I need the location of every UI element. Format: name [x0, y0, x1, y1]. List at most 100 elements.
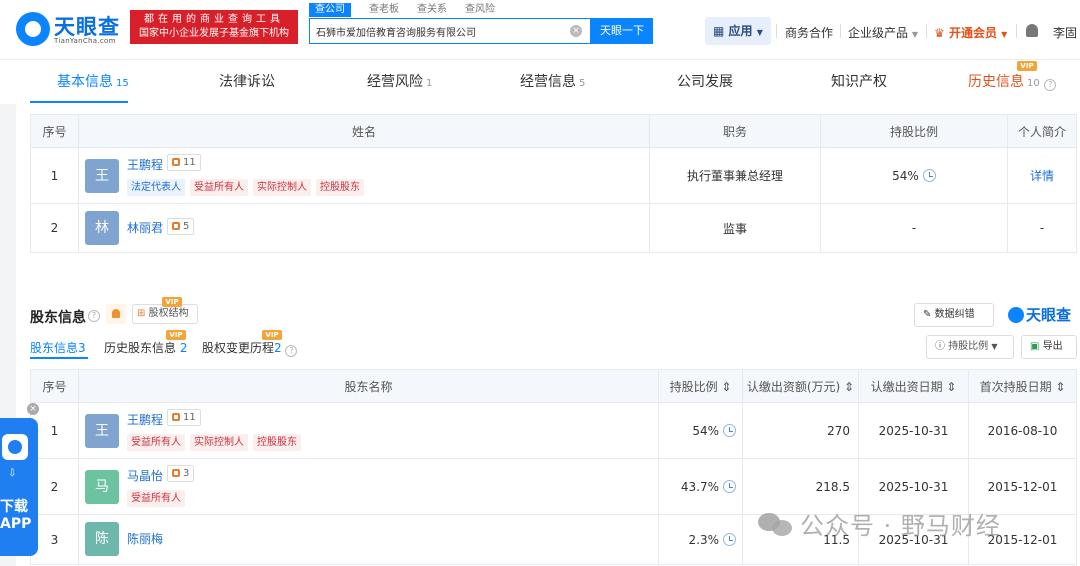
column-header-sortable[interactable]: 认缴出资日期 ⇕ — [858, 369, 969, 403]
person-name-link[interactable]: 王鹏程 — [127, 156, 163, 173]
tab-company-development[interactable]: 公司发展 — [677, 71, 733, 91]
ratio-cell: 54% — [658, 402, 743, 459]
vip-badge: VIP — [162, 297, 182, 307]
tab-equity-change[interactable]: 股权变更历程2 ? — [202, 339, 298, 357]
mini-logo-text: 天眼查 — [1026, 306, 1072, 324]
tab-legal[interactable]: 法律诉讼 — [219, 71, 275, 91]
column-header-sortable[interactable]: 首次持股日期 ⇕ — [968, 369, 1077, 403]
column-header-sortable[interactable]: 持股比例 ⇕ — [658, 369, 743, 403]
ratio-value: 2.3% — [688, 532, 720, 547]
logo[interactable]: 天眼查 TianYanCha.com — [16, 10, 126, 48]
search-tab-boss[interactable]: 查老板 — [369, 3, 399, 17]
date-cell: 2025-10-31 — [858, 402, 969, 459]
vip-badge: VIP — [262, 330, 282, 340]
app-logo-icon — [2, 434, 28, 460]
tag-controlling-shareholder: 控股股东 — [316, 178, 364, 196]
nav-open-vip[interactable]: ♛ 开通会员 ▼ — [934, 24, 1007, 41]
user-name[interactable]: 李固 — [1053, 24, 1077, 41]
tab-label: 股东信息 — [30, 341, 79, 355]
ratio-cell: - — [820, 203, 1008, 253]
tab-shareholders[interactable]: 股东信息3 — [30, 339, 86, 356]
clock-icon[interactable] — [723, 423, 736, 437]
logo-eye-icon — [1008, 307, 1024, 323]
amount-cell: 270 — [742, 402, 859, 459]
role-tags: 受益所有人 — [127, 489, 190, 507]
column-header: 序号 — [30, 114, 79, 148]
person-name-link[interactable]: 林丽君 — [127, 219, 163, 236]
export-button[interactable]: ▣ 导出 — [1021, 335, 1077, 359]
clock-icon[interactable] — [922, 168, 936, 182]
avatar: 王 — [85, 158, 119, 193]
tab-label: 基本信息 — [57, 74, 113, 90]
crown-icon: ♛ — [934, 26, 945, 40]
search-input[interactable]: 石狮市爱加倍教育咨询服务有限公司 × — [309, 18, 591, 44]
tag-actual-controller: 实际控制人 — [190, 433, 248, 451]
clock-icon[interactable] — [723, 532, 736, 546]
bell-icon[interactable] — [1026, 24, 1038, 37]
sort-ratio-button[interactable]: ⓘ 持股比例 ▼ — [926, 335, 1014, 359]
intro-link[interactable]: 详情 — [1007, 147, 1077, 204]
tab-business-info[interactable]: 经营信息 5 — [520, 71, 585, 91]
help-icon[interactable]: ? — [88, 310, 100, 322]
search-tab-company[interactable]: 查公司 — [309, 3, 351, 17]
column-header: 股东名称 — [78, 369, 659, 403]
help-icon: ⓘ — [935, 341, 945, 352]
search-button[interactable]: 天眼一下 — [591, 18, 653, 44]
tab-history-info[interactable]: 历史信息 10 ? — [968, 71, 1057, 91]
divider — [840, 24, 841, 38]
equity-structure-button[interactable]: ⊞ 股权结构 — [132, 304, 198, 324]
nav-business-cooperation[interactable]: 商务合作 — [785, 24, 833, 41]
tab-history-shareholders[interactable]: 历史股东信息 2 — [104, 339, 187, 356]
tab-label: 法律诉讼 — [219, 74, 275, 90]
clock-icon[interactable] — [723, 479, 736, 493]
data-correction-label: 数据纠错 — [934, 309, 975, 320]
tab-intellectual-property[interactable]: 知识产权 — [831, 71, 887, 91]
shareholder-name-link[interactable]: 陈丽梅 — [127, 530, 163, 547]
download-app-widget[interactable]: ⇩ 下载 APP — [0, 418, 38, 556]
position-cell: 监事 — [649, 203, 821, 253]
tab-count: 15 — [116, 78, 129, 89]
relation-count-badge[interactable]: 5 — [167, 217, 195, 235]
tab-label: 历史股东信息 — [104, 341, 177, 355]
tag-controlling-shareholder: 控股股东 — [253, 433, 301, 451]
logo-eye-icon — [16, 12, 50, 46]
app-menu-button[interactable]: ▦ 应用 ▼ — [705, 17, 771, 45]
monitor-bell-icon[interactable] — [106, 304, 126, 324]
excel-icon: ▣ — [1030, 341, 1040, 352]
divider — [926, 24, 927, 38]
shareholder-name-link[interactable]: 王鹏程 — [127, 411, 163, 428]
tab-operating-risk[interactable]: 经营风险 1 — [367, 71, 432, 91]
column-header: 序号 — [30, 369, 79, 403]
relation-count: 11 — [183, 156, 196, 168]
clear-icon[interactable]: × — [570, 25, 582, 37]
tab-count: 2 — [179, 341, 188, 355]
ratio-value: 43.7% — [680, 479, 719, 494]
column-header-sortable[interactable]: 认缴出资额(万元) ⇕ — [742, 369, 859, 403]
divider — [1016, 24, 1017, 38]
column-header: 个人简介 — [1007, 114, 1077, 148]
relation-count: 11 — [183, 411, 196, 423]
tag-beneficiary: 受益所有人 — [190, 178, 248, 196]
ratio-value: 54% — [692, 423, 719, 438]
search-tab-risk[interactable]: 查风险 — [465, 3, 495, 17]
ratio-cell: 2.3% — [658, 514, 743, 565]
tab-basic-info[interactable]: 基本信息 15 — [57, 71, 129, 91]
relation-count-badge[interactable]: 11 — [167, 408, 201, 426]
shareholders-title: 股东信息 — [30, 310, 86, 326]
data-correction-button[interactable]: ✎ 数据纠错 — [914, 303, 994, 327]
relation-count-badge[interactable]: 11 — [167, 153, 201, 171]
first-date-cell: 2016-08-10 — [968, 402, 1077, 459]
name-cell: 王 王鹏程 11 受益所有人 实际控制人 控股股东 — [78, 402, 659, 459]
search-tab-relation[interactable]: 查关系 — [417, 3, 447, 17]
close-icon[interactable]: × — [27, 403, 39, 415]
ratio-cell: 54% — [820, 147, 1008, 204]
role-tags: 受益所有人 实际控制人 控股股东 — [127, 433, 306, 451]
shareholder-name-link[interactable]: 马晶怡 — [127, 467, 163, 484]
relation-count-badge[interactable]: 3 — [167, 464, 195, 482]
slogan-line2: 国家中小企业发展子基金旗下机构 — [139, 28, 289, 39]
tag-actual-controller: 实际控制人 — [253, 178, 311, 196]
nav-enterprise-products[interactable]: 企业级产品 ▼ — [848, 24, 918, 41]
name-cell: 马 马晶怡 3 受益所有人 — [78, 458, 659, 515]
download-label: 下载 — [0, 499, 28, 515]
relation-icon — [172, 157, 180, 166]
